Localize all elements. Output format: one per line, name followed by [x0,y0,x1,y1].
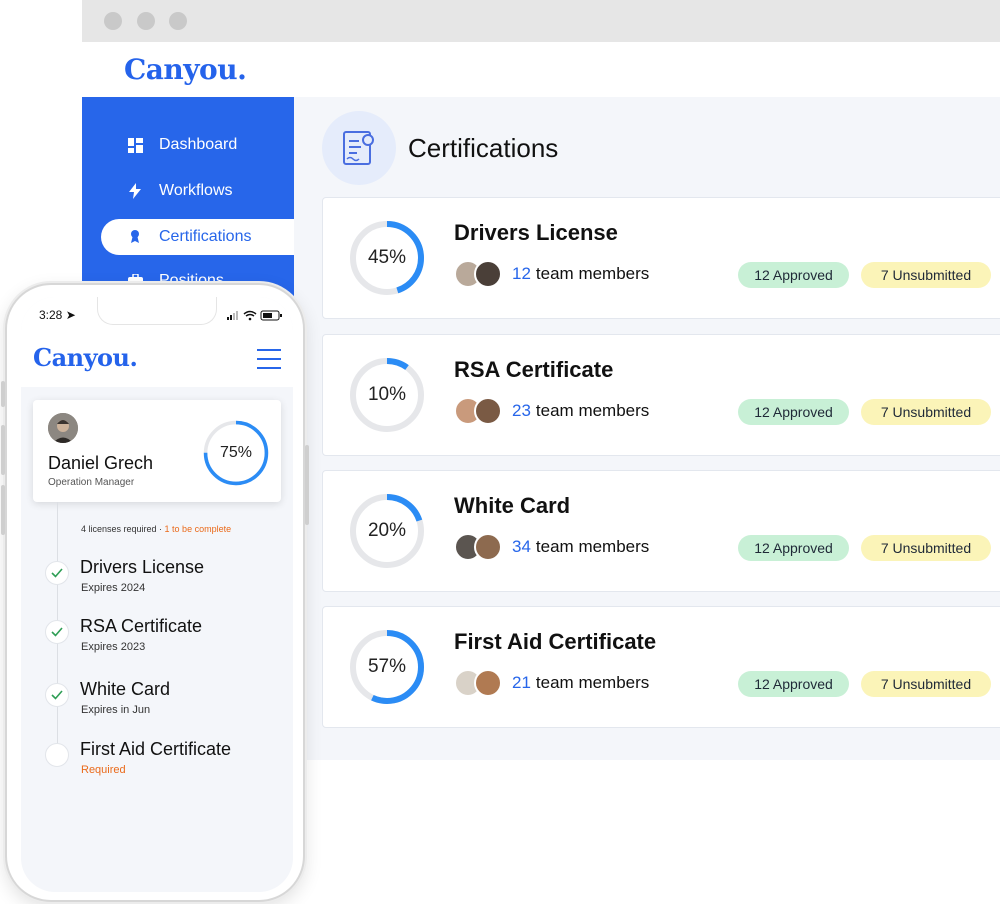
profile-role: Operation Manager [48,477,135,488]
approved-badge[interactable]: 12 Approved [738,399,849,425]
sidebar-item-workflows[interactable]: Workflows [101,173,294,209]
phone-frame: 3:28 ➤ Canyou. Daniel Grech Operation Ma… [1,283,309,902]
license-item[interactable]: Drivers License Expires 2024 [45,555,285,599]
certification-name[interactable]: RSA Certificate [454,357,613,383]
window-maximize-dot[interactable] [169,12,187,30]
status-time: 3:28 ➤ [39,308,76,322]
window-minimize-dot[interactable] [137,12,155,30]
progress-percent: 45% [367,247,407,268]
certification-card[interactable]: 45% Drivers License 12 team members 12 Ap… [322,197,1000,319]
app-topbar: Canyou. [82,42,1000,97]
approved-badge[interactable]: 12 Approved [738,671,849,697]
license-status: Expires 2023 [81,641,146,653]
progress-percent: 20% [367,520,407,541]
award-icon [127,229,143,245]
requirements-summary: 4 licenses required · 1 to be complete [81,524,232,534]
unsubmitted-badge[interactable]: 7 Unsubmitted [861,262,991,288]
empty-circle-icon [45,743,69,767]
sidebar-item-certifications[interactable]: Certifications [101,219,294,255]
dashboard-icon [127,137,143,153]
certificate-document-icon [322,111,396,185]
phone-volume-up [1,425,5,475]
phone-notch [97,297,217,325]
member-avatars [454,397,504,427]
window-close-dot[interactable] [104,12,122,30]
avatar [474,533,502,561]
approved-badge[interactable]: 12 Approved [738,535,849,561]
member-avatars [454,260,504,290]
team-members-count[interactable]: 23 team members [512,401,649,421]
license-name: RSA Certificate [80,616,203,636]
license-name: First Aid Certificate [80,739,232,759]
phone-mute-switch [1,381,5,407]
avatar [474,397,502,425]
certification-card[interactable]: 20% White Card 34 team members 12 Approve… [322,470,1000,592]
license-name: White Card [80,679,171,699]
profile-name: Daniel Grech [48,453,154,473]
avatar [48,413,78,443]
license-status: Expires in Jun [81,704,151,716]
avatar [474,669,502,697]
brand-logo[interactable]: Canyou. [33,343,138,372]
certification-name[interactable]: Drivers License [454,220,618,246]
mobile-header: Canyou. [21,335,293,387]
sidebar-item-label: Dashboard [159,136,238,153]
certification-card[interactable]: 57% First Aid Certificate 21 team members… [322,606,1000,728]
phone-screen: 3:28 ➤ Canyou. Daniel Grech Operation Ma… [21,297,293,892]
status-bar: 3:28 ➤ [21,297,293,335]
certification-name[interactable]: First Aid Certificate [454,629,656,655]
license-name: Drivers License [80,557,205,577]
team-members-count[interactable]: 12 team members [512,264,649,284]
progress-percent: 10% [367,384,407,405]
brand-logo[interactable]: Canyou. [124,53,247,86]
location-arrow-icon: ➤ [65,308,76,322]
avatar [474,260,502,288]
unsubmitted-badge[interactable]: 7 Unsubmitted [861,535,991,561]
sidebar-item-label: Workflows [159,182,233,199]
progress-percent: 75% [219,444,253,461]
progress-percent: 57% [367,656,407,677]
main-content: Certifications 45% Drivers License 12 tea… [294,97,1000,760]
page-title: Certifications [408,133,559,163]
browser-chrome [82,0,1000,42]
member-avatars [454,533,504,563]
phone-volume-down [1,485,5,535]
sidebar-item-dashboard[interactable]: Dashboard [101,127,294,163]
phone-power-button [305,445,309,525]
check-icon [45,620,69,644]
license-item[interactable]: First Aid Certificate Required [45,737,285,781]
team-members-count[interactable]: 21 team members [512,673,649,693]
certification-card[interactable]: 10% RSA Certificate 23 team members 12 Ap… [322,334,1000,456]
approved-badge[interactable]: 12 Approved [738,262,849,288]
license-item[interactable]: White Card Expires in Jun [45,677,285,721]
unsubmitted-badge[interactable]: 7 Unsubmitted [861,399,991,425]
license-item[interactable]: RSA Certificate Expires 2023 [45,614,285,658]
team-members-count[interactable]: 34 team members [512,537,649,557]
profile-card[interactable]: Daniel Grech Operation Manager 75% [33,400,281,502]
license-status: Expires 2024 [81,582,146,594]
member-avatars [454,669,504,699]
sidebar-item-label: Certifications [159,228,252,245]
bolt-icon [127,183,143,199]
hamburger-menu-icon[interactable] [257,349,281,369]
license-status: Required [81,764,126,776]
unsubmitted-badge[interactable]: 7 Unsubmitted [861,671,991,697]
status-icons [227,310,282,321]
check-icon [45,683,69,707]
check-icon [45,561,69,585]
certification-name[interactable]: White Card [454,493,570,519]
